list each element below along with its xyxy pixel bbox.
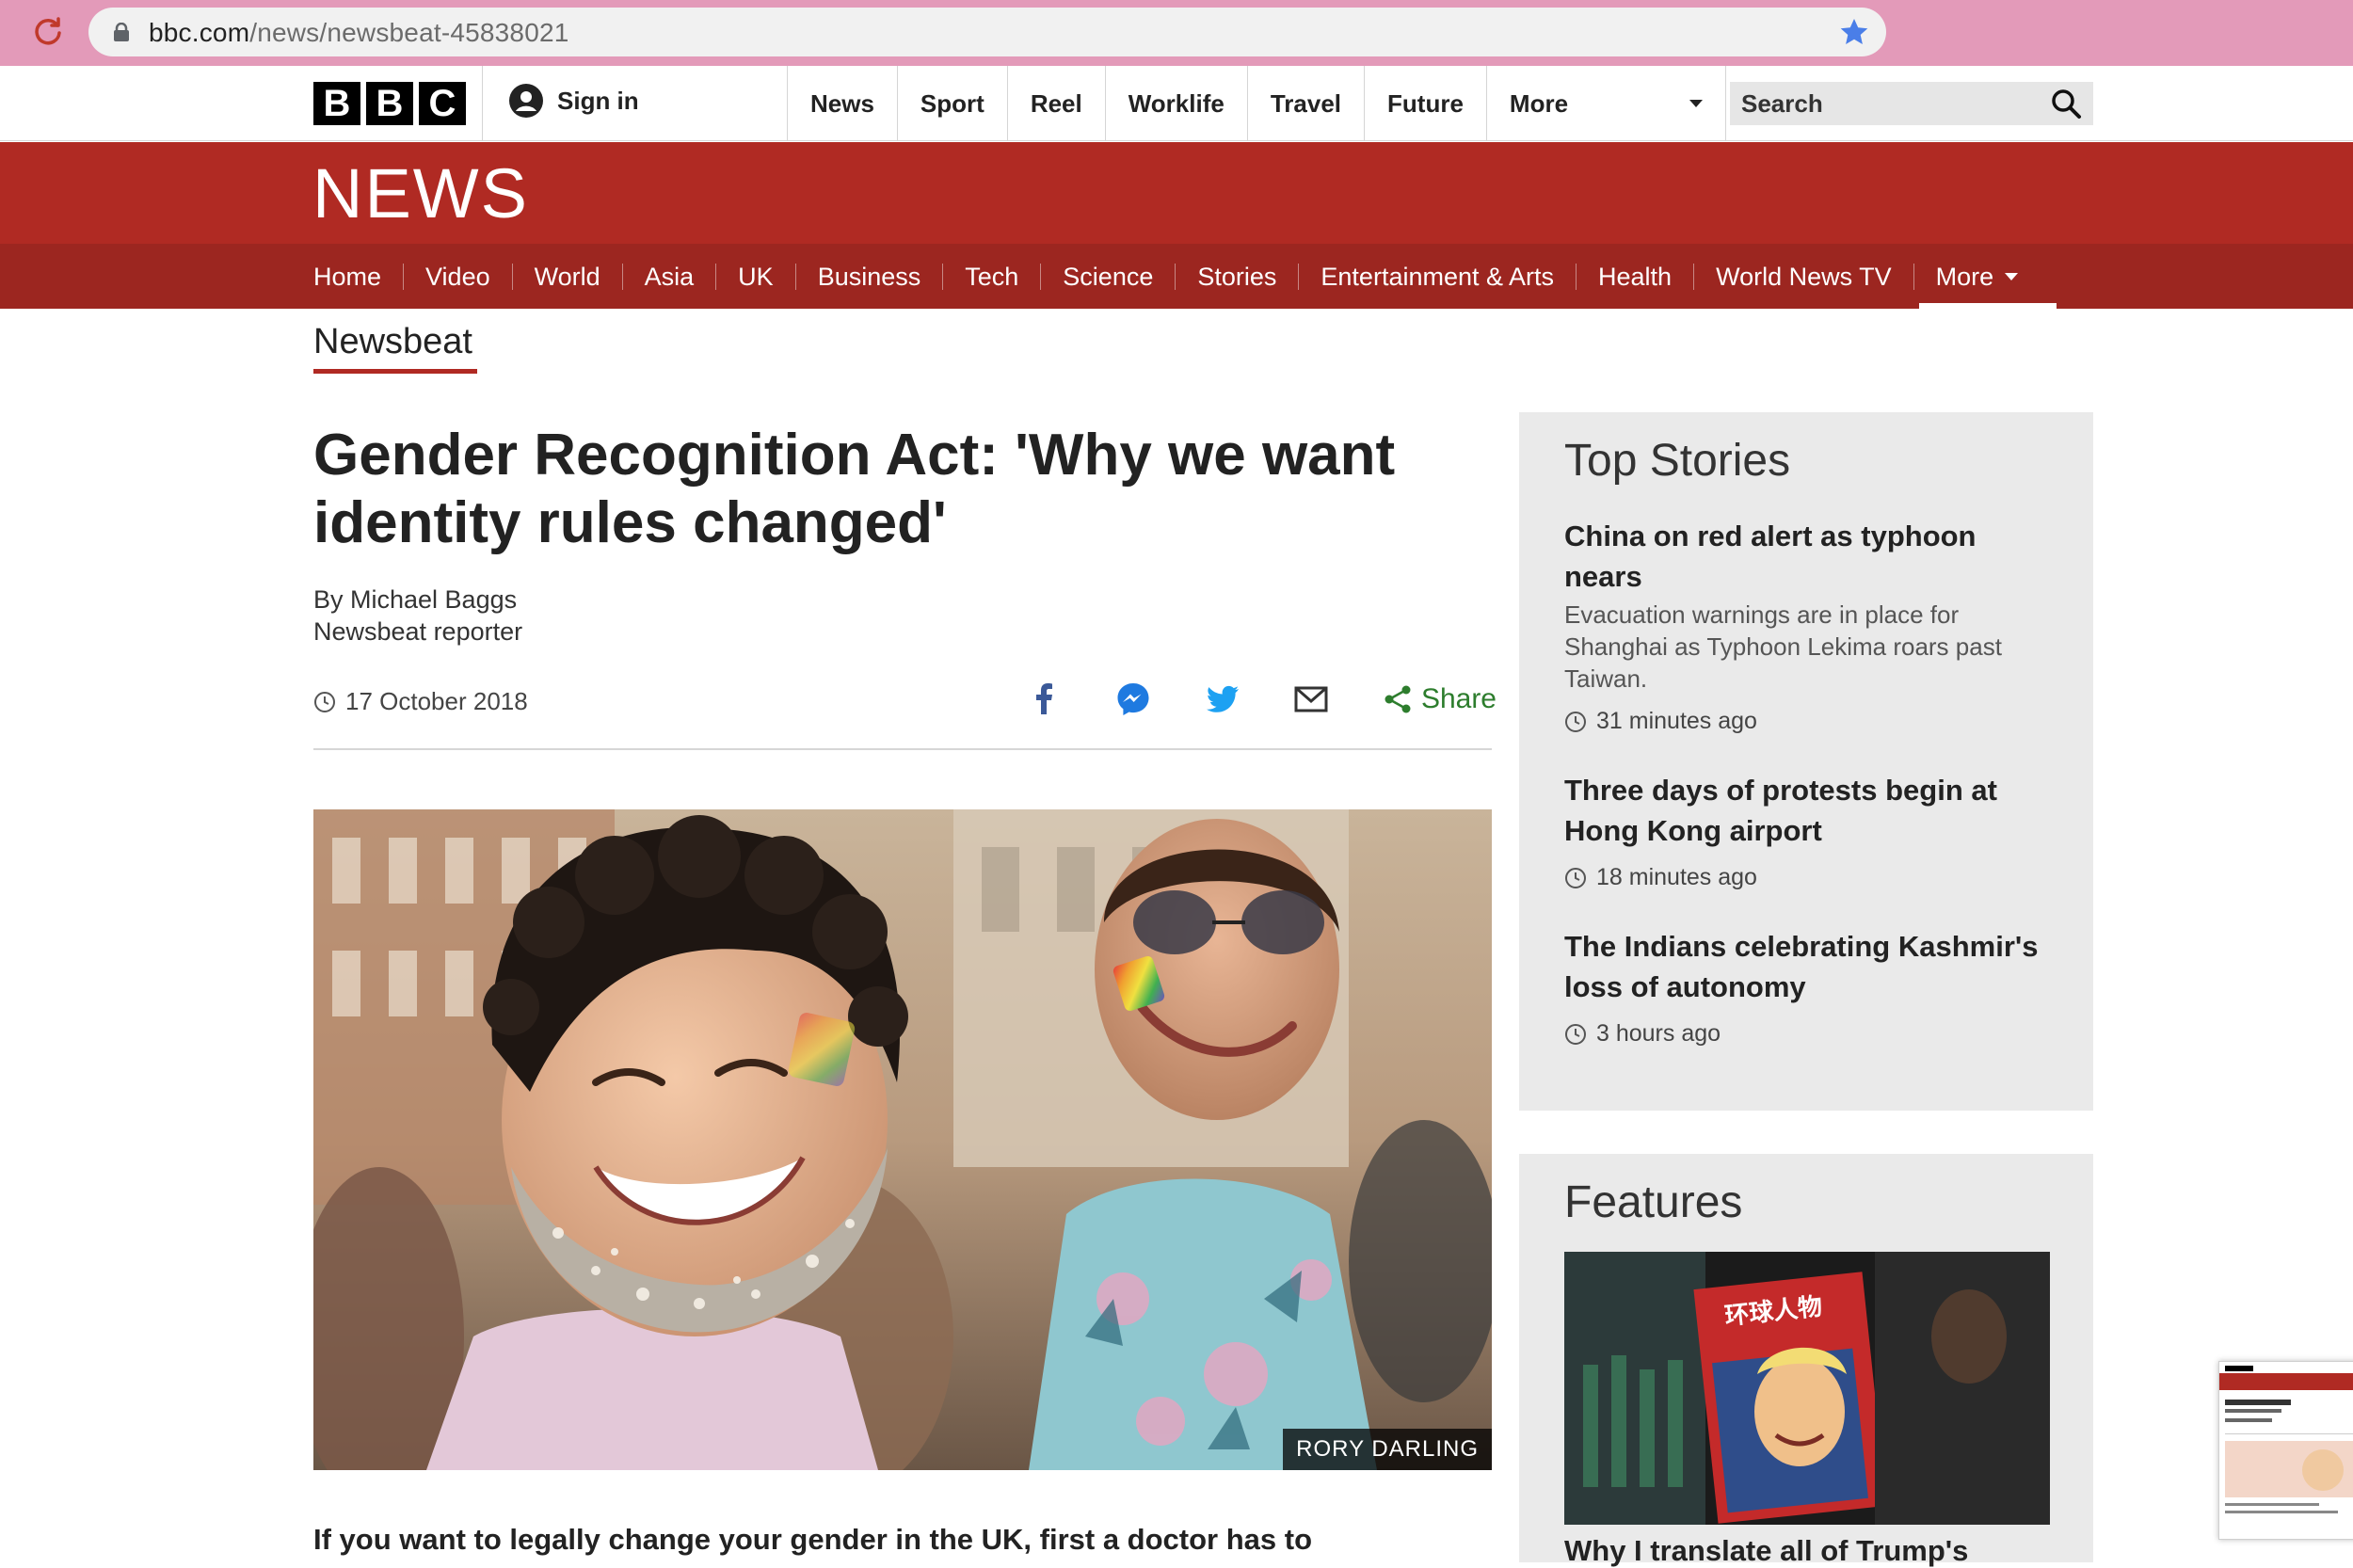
story-time: 3 hours ago: [1564, 1020, 2054, 1048]
search-input[interactable]: Search: [1730, 82, 2093, 125]
reload-icon[interactable]: [32, 15, 64, 47]
photo-credit: RORY DARLING: [1283, 1429, 1492, 1470]
twitter-icon[interactable]: [1204, 680, 1241, 718]
features-panel: Features 环球人物 Why I translate all of Tru…: [1519, 1154, 2093, 1567]
subnav-item-world-news-tv[interactable]: World News TV: [1693, 244, 1913, 309]
subnav-item-world[interactable]: World: [511, 244, 622, 309]
top-stories-panel: Top Stories China on red alert as typhoo…: [1519, 412, 2093, 1111]
section-underline: [313, 369, 477, 374]
top-nav-future[interactable]: Future: [1365, 66, 1487, 141]
story-time: 31 minutes ago: [1564, 708, 2054, 735]
features-title: Features: [1564, 1177, 1743, 1227]
clock-icon: [1565, 711, 1586, 732]
story-summary: Evacuation warnings are in place for Sha…: [1564, 600, 2002, 693]
page-thumbnail[interactable]: [2218, 1361, 2353, 1540]
share-icon: [1385, 685, 1411, 713]
share-button[interactable]: Share: [1382, 683, 1497, 715]
article-photo: RORY DARLING: [313, 809, 1492, 1470]
top-nav-worklife[interactable]: Worklife: [1106, 66, 1248, 141]
feature-image[interactable]: 环球人物: [1564, 1252, 2050, 1525]
pride-photo-illustration: [313, 809, 1492, 1470]
subnav-item-stories[interactable]: Stories: [1175, 244, 1298, 309]
share-tools: Share: [1026, 676, 1497, 723]
top-nav: News Sport Reel Worklife Travel Future M…: [787, 66, 1726, 141]
divider: [313, 748, 1492, 750]
top-nav-more[interactable]: More: [1487, 66, 1726, 141]
sign-in-button[interactable]: Sign in: [508, 83, 639, 119]
news-banner: NEWS: [0, 142, 2353, 244]
divider: [482, 66, 483, 141]
top-story-item[interactable]: Three days of protests begin at Hong Kon…: [1564, 770, 2054, 891]
story-title[interactable]: China on red alert as typhoon nears: [1564, 516, 2054, 597]
story-title[interactable]: Three days of protests begin at Hong Kon…: [1564, 770, 2054, 851]
thumbnail-preview: [2219, 1362, 2353, 1539]
url-text: bbc.com/news/newsbeat-45838021: [149, 18, 569, 47]
story-title[interactable]: The Indians celebrating Kashmir's loss o…: [1564, 926, 2054, 1007]
news-subnav: Home Video World Asia UK Business Tech S…: [0, 244, 2353, 309]
story-time: 18 minutes ago: [1564, 864, 2054, 891]
chevron-down-icon: [2005, 272, 2019, 280]
lock-icon: [114, 23, 129, 41]
subnav-item-uk[interactable]: UK: [715, 244, 795, 309]
top-stories-title: Top Stories: [1564, 436, 1791, 486]
browser-toolbar: bbc.com/news/newsbeat-45838021: [0, 0, 2353, 66]
bbc-masthead: B B C Sign in News Sport Reel Worklife T…: [0, 66, 2353, 141]
byline: By Michael Baggs Newsbeat reporter: [313, 584, 522, 648]
messenger-icon[interactable]: [1114, 680, 1152, 718]
top-nav-reel[interactable]: Reel: [1008, 66, 1106, 141]
article-lede: If you want to legally change your gende…: [313, 1523, 1313, 1556]
facebook-icon[interactable]: [1026, 680, 1064, 718]
bbc-logo[interactable]: B B C: [313, 82, 466, 125]
clock-icon: [1565, 1023, 1586, 1045]
user-icon: [509, 84, 543, 118]
address-bar[interactable]: bbc.com/news/newsbeat-45838021: [88, 8, 1886, 56]
subnav-item-video[interactable]: Video: [403, 244, 512, 309]
news-logo[interactable]: NEWS: [312, 153, 529, 233]
subnav-item-asia[interactable]: Asia: [621, 244, 716, 309]
author-role: Newsbeat reporter: [313, 617, 523, 646]
bookmark-star-icon[interactable]: [1839, 17, 1869, 47]
clock-icon: [1565, 867, 1586, 888]
top-story-item[interactable]: The Indians celebrating Kashmir's loss o…: [1564, 926, 2054, 1048]
magazine-photo-illustration: 环球人物: [1564, 1252, 2050, 1525]
subnav-item-business[interactable]: Business: [794, 244, 943, 309]
top-story-item[interactable]: China on red alert as typhoon nears Evac…: [1564, 516, 2054, 735]
search-placeholder: Search: [1741, 88, 1823, 118]
subnav-item-health[interactable]: Health: [1576, 244, 1693, 309]
search-icon[interactable]: [2050, 88, 2082, 120]
subnav-item-science[interactable]: Science: [1040, 244, 1175, 309]
clock-icon: [314, 691, 335, 712]
subnav-item-entertainment-arts[interactable]: Entertainment & Arts: [1298, 244, 1576, 309]
top-nav-sport[interactable]: Sport: [898, 66, 1008, 141]
article-headline: Gender Recognition Act: 'Why we want ide…: [313, 423, 1396, 555]
chevron-down-icon: [1689, 100, 1703, 107]
email-icon[interactable]: [1292, 680, 1330, 718]
feature-title[interactable]: Why I translate all of Trump's: [1564, 1534, 1968, 1568]
subnav-item-more[interactable]: More: [1913, 244, 2057, 309]
section-title[interactable]: Newsbeat: [313, 322, 472, 362]
subnav-item-tech[interactable]: Tech: [942, 244, 1040, 309]
subnav-item-home[interactable]: Home: [313, 244, 403, 309]
top-nav-news[interactable]: News: [787, 66, 898, 141]
top-nav-travel[interactable]: Travel: [1248, 66, 1366, 141]
author-name: By Michael Baggs: [313, 585, 518, 614]
article-date: 17 October 2018: [313, 687, 528, 716]
